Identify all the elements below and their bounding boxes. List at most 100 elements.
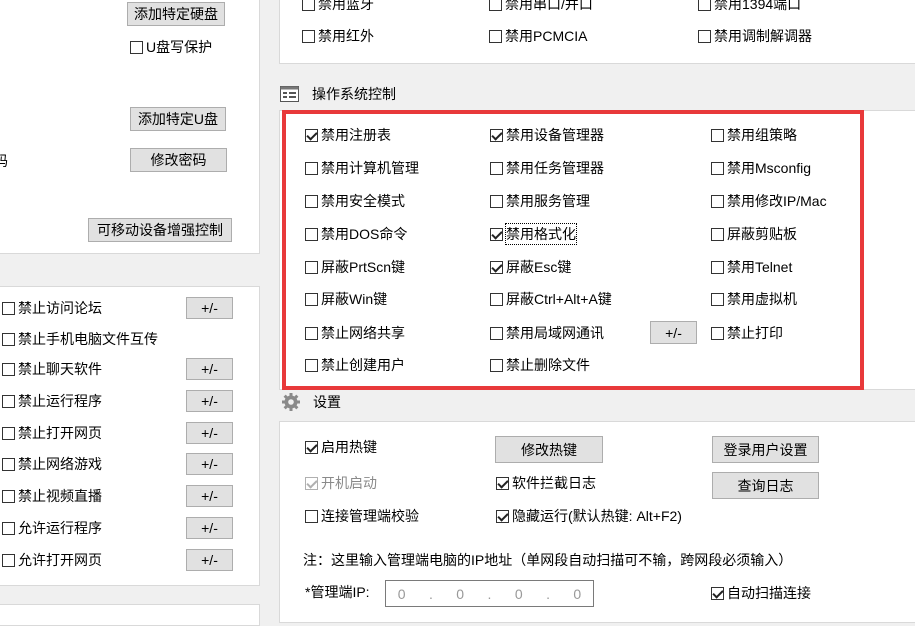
settings-header: 设置 (282, 392, 341, 412)
left-item-5-box[interactable] (2, 457, 15, 471)
left-item-7-plusminus-button[interactable]: +/- (186, 517, 233, 539)
ip-octet-3: 0 (514, 585, 523, 602)
verify-connection-checkbox[interactable]: 连接管理端校验 (305, 506, 419, 526)
left-item-3-plusminus-button[interactable]: +/- (186, 390, 233, 412)
removable-device-control-button[interactable]: 可移动设备增强控制 (88, 218, 232, 242)
auto-scan-checkbox[interactable]: 自动扫描连接 (711, 583, 811, 603)
device-r2-1-checkbox[interactable]: 禁用PCMCIA (489, 26, 587, 46)
settings-title: 设置 (313, 394, 341, 410)
left-item-1-checkbox[interactable]: 禁止手机电脑文件互传 (2, 329, 158, 349)
left-item-4-plusminus-button[interactable]: +/- (186, 422, 233, 444)
left-item-0-plusminus-button[interactable]: +/- (186, 297, 233, 319)
intercept-log-checkbox[interactable]: 软件拦截日志 (496, 473, 596, 493)
partial-label: 码 (0, 153, 8, 169)
usb-write-protect-box[interactable] (130, 40, 143, 54)
left-item-6-label: 禁止视频直播 (18, 488, 102, 504)
os-section-header: 操作系统控制 (280, 84, 396, 104)
device-r1-0-checkbox[interactable]: 禁用蓝牙 (302, 0, 374, 14)
highlight-box (282, 110, 864, 390)
left-item-2-plusminus-button[interactable]: +/- (186, 358, 233, 380)
modify-hotkey-button[interactable]: 修改热键 (495, 436, 603, 463)
left-bottom-panel (0, 604, 260, 626)
hidden-run-box[interactable] (496, 509, 509, 523)
enable-hotkey-checkbox[interactable]: 启用热键 (305, 437, 377, 457)
hidden-run-checkbox[interactable]: 隐藏运行(默认热键: Alt+F2) (496, 506, 682, 526)
os-section-title: 操作系统控制 (312, 86, 396, 102)
left-item-4-label: 禁止打开网页 (18, 425, 102, 441)
left-item-5-plusminus-button[interactable]: +/- (186, 453, 233, 475)
autostart-checkbox[interactable]: 开机启动 (305, 473, 377, 493)
left-item-4-checkbox[interactable]: 禁止打开网页 (2, 423, 102, 443)
query-log-button[interactable]: 查询日志 (712, 472, 819, 499)
add-disk-button[interactable]: 添加特定硬盘 (127, 2, 225, 26)
left-item-6-checkbox[interactable]: 禁止视频直播 (2, 486, 102, 506)
left-item-7-label: 允许运行程序 (18, 520, 102, 536)
device-r1-2-checkbox[interactable]: 禁用1394端口 (698, 0, 801, 14)
left-item-7-checkbox[interactable]: 允许运行程序 (2, 518, 102, 538)
left-item-7-box[interactable] (2, 521, 15, 535)
device-r1-0-box[interactable] (302, 0, 315, 11)
device-r1-1-checkbox[interactable]: 禁用串口/并口 (489, 0, 593, 14)
usb-write-protect-checkbox[interactable]: U盘写保护 (130, 37, 212, 57)
left-item-0-box[interactable] (2, 301, 15, 315)
device-r2-2-box[interactable] (698, 29, 711, 43)
ip-label: *管理端IP: (305, 584, 370, 600)
left-item-0-checkbox[interactable]: 禁止访问论坛 (2, 298, 102, 318)
left-item-3-box[interactable] (2, 394, 15, 408)
left-item-1-label: 禁止手机电脑文件互传 (18, 331, 158, 347)
change-password-button[interactable]: 修改密码 (130, 148, 227, 172)
ip-octet-1: 0 (397, 585, 406, 602)
autostart-label: 开机启动 (321, 475, 377, 491)
intercept-log-label: 软件拦截日志 (512, 475, 596, 491)
left-item-3-label: 禁止运行程序 (18, 393, 102, 409)
left-item-8-checkbox[interactable]: 允许打开网页 (2, 550, 102, 570)
ip-octet-2: 0 (456, 585, 465, 602)
left-item-5-checkbox[interactable]: 禁止网络游戏 (2, 454, 102, 474)
device-r2-2-checkbox[interactable]: 禁用调制解调器 (698, 26, 812, 46)
verify-connection-box[interactable] (305, 509, 318, 523)
device-r1-2-label: 禁用1394端口 (714, 0, 802, 12)
left-item-1-box[interactable] (2, 332, 15, 346)
login-user-settings-button[interactable]: 登录用户设置 (712, 436, 819, 463)
add-usb-button[interactable]: 添加特定U盘 (130, 107, 226, 131)
device-r2-1-box[interactable] (489, 29, 502, 43)
left-item-5-label: 禁止网络游戏 (18, 456, 102, 472)
left-item-8-label: 允许打开网页 (18, 552, 102, 568)
left-item-2-label: 禁止聊天软件 (18, 361, 102, 377)
auto-scan-box[interactable] (711, 586, 724, 600)
devices-panel (279, 0, 915, 64)
ip-octet-4: 0 (573, 585, 582, 602)
ip-dot: . (428, 585, 433, 602)
auto-scan-label: 自动扫描连接 (727, 585, 811, 601)
left-item-4-box[interactable] (2, 426, 15, 440)
device-r2-0-checkbox[interactable]: 禁用红外 (302, 26, 374, 46)
enable-hotkey-box[interactable] (305, 440, 318, 454)
left-item-2-checkbox[interactable]: 禁止聊天软件 (2, 359, 102, 379)
left-item-8-plusminus-button[interactable]: +/- (186, 549, 233, 571)
left-item-2-box[interactable] (2, 362, 15, 376)
gear-icon (282, 393, 300, 411)
hidden-run-label: 隐藏运行(默认热键: Alt+F2) (512, 508, 682, 524)
intercept-log-box[interactable] (496, 476, 509, 490)
left-item-3-checkbox[interactable]: 禁止运行程序 (2, 391, 102, 411)
device-r1-1-label: 禁用串口/并口 (505, 0, 593, 12)
left-item-6-plusminus-button[interactable]: +/- (186, 485, 233, 507)
ip-dot: . (487, 585, 492, 602)
left-item-0-label: 禁止访问论坛 (18, 300, 102, 316)
ip-note: 注：这里输入管理端电脑的IP地址（单网段自动扫描可不输，跨网段必须输入） (303, 552, 793, 568)
window-list-icon (280, 86, 299, 102)
device-r2-0-label: 禁用红外 (318, 28, 374, 44)
device-r2-1-label: 禁用PCMCIA (505, 28, 588, 44)
usb-write-protect-label: U盘写保护 (146, 39, 213, 55)
device-r1-0-label: 禁用蓝牙 (318, 0, 374, 12)
verify-connection-label: 连接管理端校验 (321, 508, 419, 524)
left-item-8-box[interactable] (2, 553, 15, 567)
manager-ip-input[interactable]: 0 . 0 . 0 . 0 (385, 580, 594, 607)
device-r1-1-box[interactable] (489, 0, 502, 11)
device-r2-2-label: 禁用调制解调器 (714, 28, 812, 44)
left-item-6-box[interactable] (2, 489, 15, 503)
ip-dot: . (546, 585, 550, 602)
device-r1-2-box[interactable] (698, 0, 711, 11)
device-r2-0-box[interactable] (302, 29, 315, 43)
autostart-box[interactable] (305, 476, 318, 490)
